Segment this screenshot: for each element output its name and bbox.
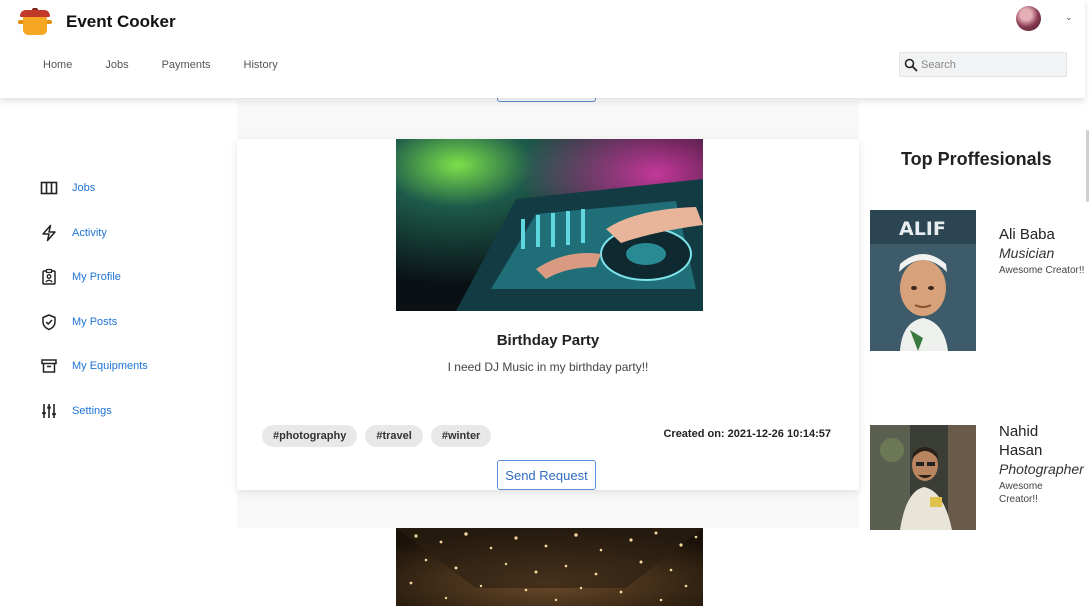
post-card: Birthday Party I need DJ Music in my bir… — [237, 139, 859, 490]
lightning-icon — [42, 224, 56, 241]
svg-text:ALIF: ALIF — [899, 218, 946, 240]
sidebar-item-label: My Equipments — [72, 360, 148, 373]
post-created-date: Created on: 2021-12-26 10:14:57 — [663, 428, 831, 440]
sidebar-item-label: Jobs — [72, 182, 96, 194]
nav-payments[interactable]: Payments — [162, 59, 211, 71]
professional-photo — [870, 425, 976, 530]
nav-jobs[interactable]: Jobs — [105, 59, 128, 71]
professional-info: Nahid Hasan Photographer Awesome Creator… — [999, 422, 1089, 506]
app-name: Event Cooker — [66, 12, 176, 31]
nav-home[interactable]: Home — [43, 59, 72, 71]
top-professionals-title: Top Proffesionals — [901, 149, 1052, 169]
page: Birthday Party I need DJ Music in my bir… — [0, 0, 1089, 606]
nav-history[interactable]: History — [244, 59, 278, 71]
professional-note: Awesome Creator!! — [999, 481, 1043, 505]
professional-role: Musician — [999, 245, 1055, 261]
sidebar-item-settings[interactable]: Settings — [40, 401, 148, 421]
main-nav: Home Jobs Payments History — [43, 59, 311, 71]
post-tags: #photography #travel #winter — [262, 425, 499, 447]
profile-clipboard-icon — [42, 269, 56, 285]
sidebar-item-my-equipments[interactable]: My Equipments — [40, 356, 148, 376]
professional-note: Awesome Creator!! — [999, 265, 1085, 276]
cooking-pot-icon — [18, 8, 52, 36]
shield-check-icon — [42, 314, 56, 331]
sidebar-item-activity[interactable]: Activity — [40, 223, 148, 243]
professional-photo: ALIF — [870, 210, 976, 351]
tag-photography[interactable]: #photography — [262, 425, 358, 447]
sidebar-item-my-profile[interactable]: My Profile — [40, 267, 148, 287]
next-post-image — [396, 528, 703, 606]
tag-travel[interactable]: #travel — [365, 425, 423, 447]
professional-info: Ali Baba Musician Awesome Creator!! — [999, 225, 1089, 277]
brand[interactable]: Event Cooker — [18, 8, 176, 36]
avatar[interactable] — [1016, 6, 1041, 31]
sidebar: Jobs Activity My Profile My Posts My Equ… — [40, 178, 148, 446]
archive-box-icon — [41, 359, 57, 374]
columns-icon — [40, 181, 58, 195]
professional-name: Nahid Hasan — [999, 423, 1043, 459]
sidebar-item-label: My Profile — [72, 271, 121, 284]
search-box — [899, 52, 1067, 77]
sidebar-item-my-posts[interactable]: My Posts — [40, 312, 148, 332]
next-post-card — [237, 528, 859, 606]
post-image — [396, 139, 703, 311]
sidebar-item-label: Activity — [72, 226, 107, 239]
tag-winter[interactable]: #winter — [430, 425, 492, 447]
send-request-button[interactable]: Send Request — [497, 460, 596, 490]
post-description: I need DJ Music in my birthday party!! — [447, 360, 649, 374]
sidebar-item-jobs[interactable]: Jobs — [40, 178, 148, 198]
sidebar-item-label: Settings — [72, 404, 112, 417]
sliders-icon — [42, 403, 56, 418]
post-title: Birthday Party — [496, 332, 600, 349]
search-input[interactable] — [918, 58, 1058, 71]
search-icon — [904, 58, 918, 71]
professional-role: Photographer — [999, 461, 1084, 477]
top-header: Event Cooker Home Jobs Payments History … — [0, 0, 1085, 98]
sidebar-item-label: My Posts — [72, 315, 118, 328]
professional-name: Ali Baba — [999, 226, 1055, 243]
chevron-down-icon[interactable]: ⌄ — [1065, 12, 1073, 23]
